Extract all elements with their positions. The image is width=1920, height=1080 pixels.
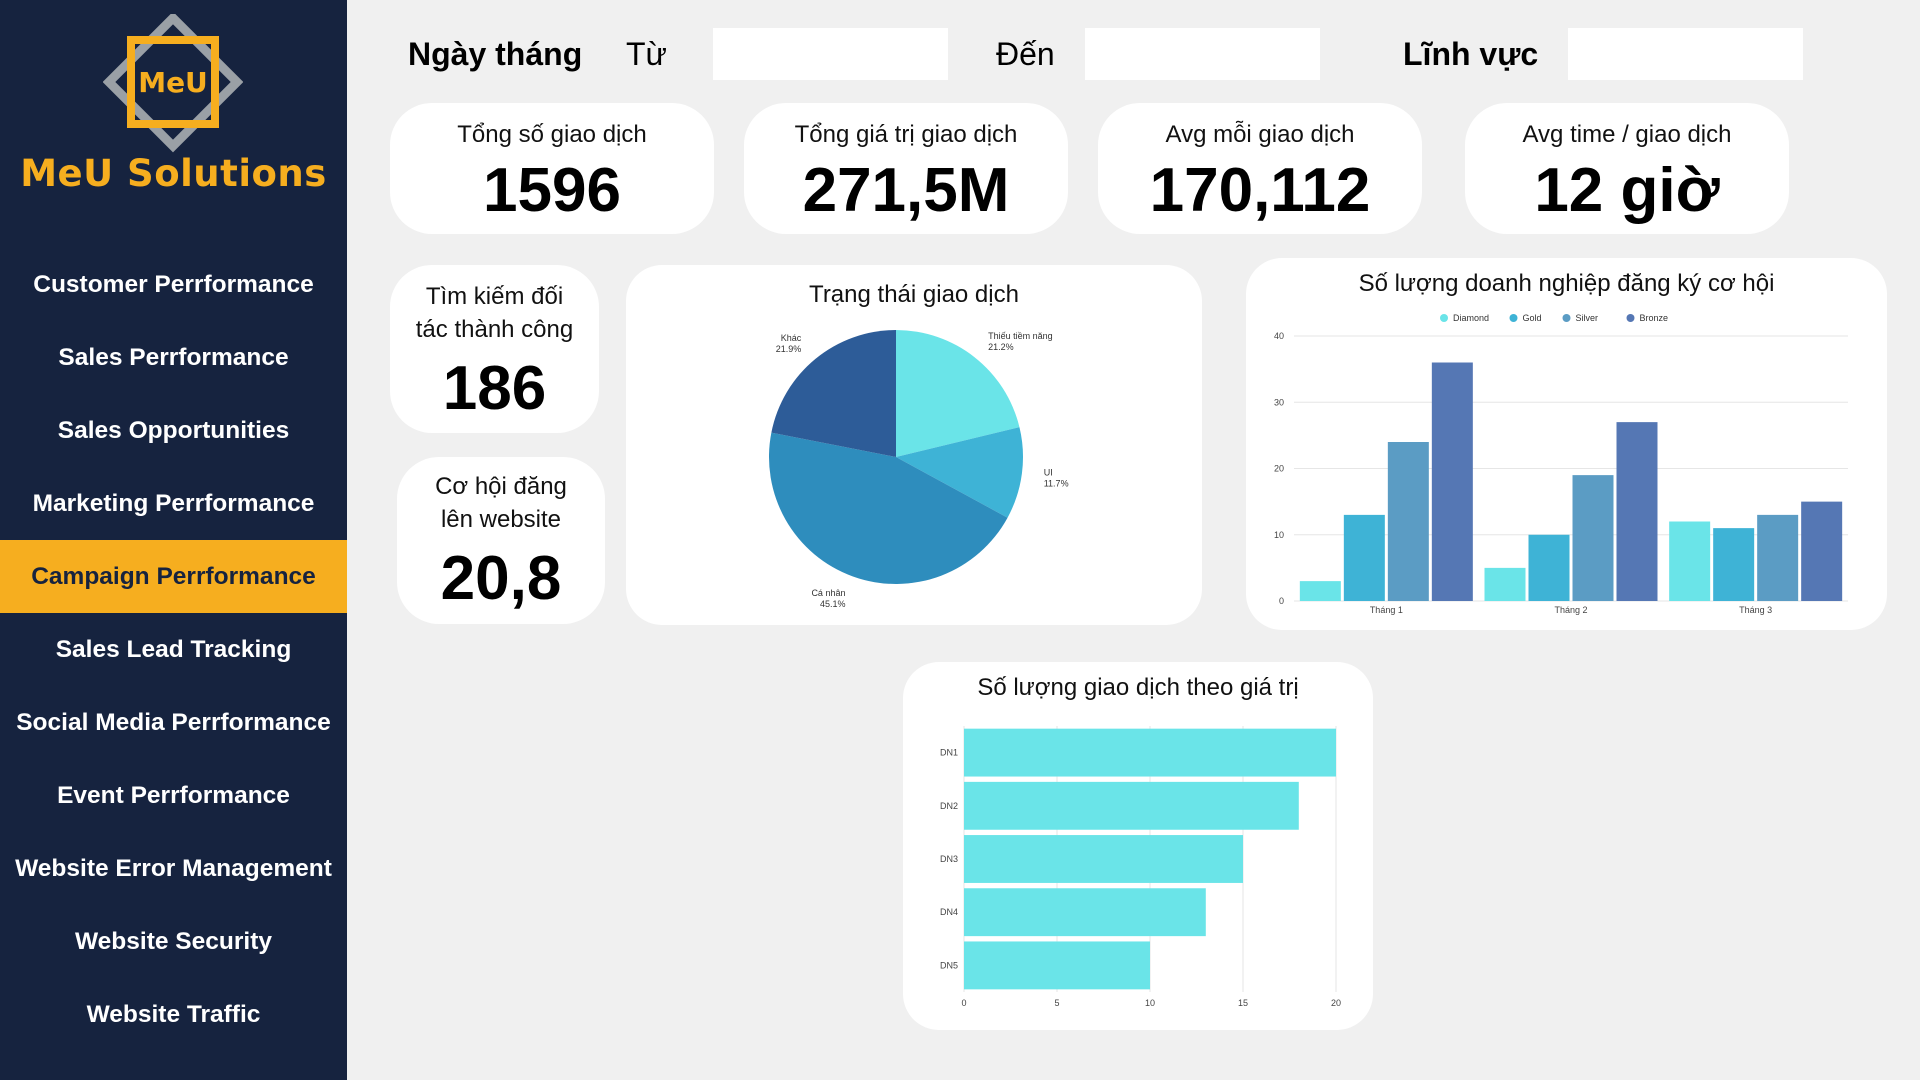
sidebar-item[interactable]: Sales Lead Tracking (0, 613, 347, 686)
field-filter-label: Lĩnh vực (1403, 36, 1539, 72)
legend-label: Silver (1576, 313, 1599, 323)
kpi-value: 1596 (483, 156, 621, 225)
pie-slice-percent: 21.9% (776, 344, 802, 354)
x-tick-label: 15 (1238, 998, 1248, 1008)
y-tick-label: 40 (1274, 331, 1284, 341)
kpi-value: 271,5M (802, 156, 1010, 225)
y-tick-label: 20 (1274, 464, 1284, 474)
bar (1299, 581, 1341, 601)
kpi-value: 186 (442, 354, 547, 423)
x-tick-label: 0 (961, 998, 966, 1008)
legend-marker (1509, 314, 1518, 322)
kpi-card-partner-search: Tìm kiếm đối tác thành công 186 (390, 265, 599, 433)
sidebar-item[interactable]: Website Error Management (0, 832, 347, 905)
sidebar-item[interactable]: Event Perrformance (0, 759, 347, 832)
pie-slice-label: UI (1044, 467, 1053, 477)
y-tick-label: DN1 (940, 748, 958, 758)
legend-marker (1562, 314, 1571, 322)
bar (1431, 362, 1473, 601)
pie-slice-percent: 21.2% (988, 342, 1014, 352)
bar (964, 781, 1299, 830)
bar (1528, 534, 1570, 601)
legend-marker (1626, 314, 1635, 322)
kpi-title-line2: lên website (440, 506, 562, 533)
sidebar-item[interactable]: Website Traffic (0, 978, 347, 1051)
pie-slice-label: Khác (781, 333, 802, 343)
pie-slice-percent: 45.1% (820, 599, 846, 609)
kpi-card-avg-time: Avg time / giao dịch 12 giờ (1465, 103, 1789, 234)
pie-chart: Thiếu tiềm năng21.2% UI11.7% Cá nhân45.1% K… (769, 330, 1069, 609)
to-date-input[interactable] (1085, 28, 1320, 80)
kpi-card-avg-transaction: Avg mỗi giao dịch 170,112 (1098, 103, 1422, 234)
x-tick-label: Tháng 2 (1554, 605, 1587, 615)
bar (1669, 521, 1711, 601)
kpi-card-total-transactions: Tổng số giao dịch 1596 (390, 103, 714, 234)
sidebar-item[interactable]: Sales Perrformance (0, 321, 347, 394)
x-tick-label: 20 (1331, 998, 1341, 1008)
from-label: Từ (626, 36, 667, 72)
meu-logo: MeU (103, 14, 243, 153)
sidebar-item[interactable]: Campaign Perrformance (0, 540, 347, 613)
pie-chart-card: Trạng thái giao dịch Thiếu tiềm năng 21.2… (626, 265, 1202, 625)
pie-slice-percent: 11.7% (1044, 478, 1069, 488)
y-tick-label: DN3 (940, 854, 958, 864)
bar (1713, 528, 1755, 601)
grouped-bar-chart-card: Số lượng doanh nghiệp đăng ký cơ hội 0 10… (1246, 258, 1887, 630)
kpi-title-line1: Cơ hội đăng (435, 473, 567, 500)
kpi-value: 20,8 (440, 544, 562, 613)
sidebar-item[interactable]: Social Media Perrformance (0, 686, 347, 759)
legend-label: Gold (1523, 313, 1542, 323)
kpi-title: Tổng số giao dịch (457, 121, 647, 148)
kpi-title: Tổng giá trị giao dịch (794, 121, 1018, 148)
sidebar: MeU MeU Solutions Customer Perrformance S… (0, 0, 347, 1080)
horizontal-bar-chart: 0 5 10 15 20 DN1 DN2 DN3 DN4 DN5 (940, 726, 1341, 1008)
y-tick-label: DN5 (940, 960, 958, 970)
y-tick-label: DN4 (940, 907, 958, 917)
bar (1801, 501, 1843, 601)
kpi-title: Avg mỗi giao dịch (1165, 121, 1355, 148)
bar (1343, 514, 1385, 601)
field-input[interactable] (1568, 28, 1803, 80)
kpi-title-line1: Tìm kiếm đối (425, 283, 564, 310)
kpi-title-line2: tác thành công (415, 316, 574, 343)
legend-label: Bronze (1640, 313, 1669, 323)
bar (964, 835, 1243, 883)
y-tick-label: 10 (1274, 530, 1284, 540)
sidebar-item[interactable]: Customer Perrformance (0, 248, 347, 321)
grouped-bar-chart: 0 10 20 30 40 Diamond Gold Silver Bronze Tháng 1 T… (1274, 313, 1848, 615)
bar (1387, 442, 1429, 601)
kpi-value: 12 giờ (1534, 156, 1720, 225)
y-tick-label: DN2 (940, 801, 958, 811)
y-tick-label: 30 (1274, 397, 1284, 407)
bar (1757, 514, 1799, 601)
bar (1484, 567, 1526, 601)
bar (964, 941, 1150, 990)
logo-text: MeU (138, 66, 208, 99)
bar (1616, 422, 1658, 601)
date-filter-label: Ngày tháng (408, 36, 583, 72)
kpi-card-total-value: Tổng giá trị giao dịch 271,5M (744, 103, 1068, 234)
x-tick-label: 10 (1145, 998, 1155, 1008)
x-tick-label: Tháng 1 (1370, 605, 1403, 615)
brand-name: MeU Solutions (20, 152, 327, 195)
kpi-card-website-opportunity: Cơ hội đăng lên website 20,8 (397, 457, 605, 624)
bar (1572, 475, 1614, 601)
kpi-value: 170,112 (1149, 156, 1371, 225)
y-tick-label: 0 (1279, 596, 1284, 606)
to-label: Đến (996, 36, 1055, 72)
pie-slice-label: Cá nhân (811, 588, 845, 598)
bar (964, 728, 1336, 777)
sidebar-item[interactable]: Marketing Perrformance (0, 467, 347, 540)
legend-marker (1440, 314, 1448, 322)
pie-slice-label: Thiếu tiềm năng (988, 331, 1053, 341)
bar (964, 888, 1206, 937)
from-date-input[interactable] (713, 28, 948, 80)
kpi-title: Avg time / giao dịch (1522, 121, 1732, 148)
sidebar-item[interactable]: Website Security (0, 905, 347, 978)
sidebar-item[interactable]: Sales Opportunities (0, 394, 347, 467)
horizontal-bar-chart-card: Số lượng giao dịch theo giá trị 0 5 10 15 20… (903, 662, 1373, 1030)
x-tick-label: Tháng 3 (1739, 605, 1772, 615)
x-tick-label: 5 (1054, 998, 1059, 1008)
legend-label: Diamond (1453, 313, 1489, 323)
